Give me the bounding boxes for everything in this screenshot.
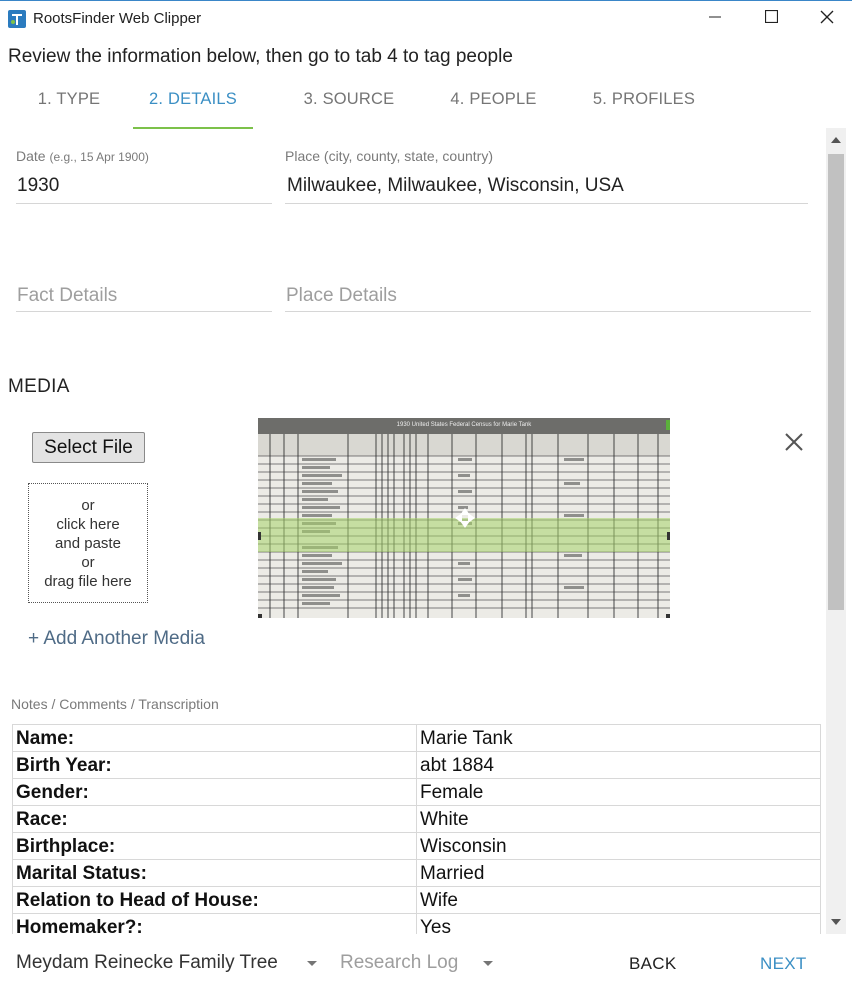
- row-value: White: [416, 805, 821, 833]
- fact-details-input[interactable]: Fact Details: [17, 285, 271, 307]
- back-button[interactable]: BACK: [629, 954, 677, 974]
- title-bar: RootsFinder Web Clipper: [0, 0, 852, 36]
- table-row: Race: White: [12, 805, 821, 833]
- app-logo-icon: [8, 10, 26, 28]
- table-row: Birthplace: Wisconsin: [12, 832, 821, 860]
- row-value: Wife: [416, 886, 821, 914]
- select-file-button[interactable]: Select File: [32, 432, 145, 463]
- chevron-down-icon[interactable]: [483, 961, 493, 966]
- close-icon: [820, 10, 834, 29]
- scroll-up-icon[interactable]: [826, 128, 846, 152]
- row-key: Gender:: [12, 778, 417, 806]
- date-label: Date (e.g., 15 Apr 1900): [16, 148, 149, 164]
- active-tab-indicator: [133, 127, 253, 129]
- minimize-button[interactable]: [687, 1, 743, 37]
- dropzone-line: drag file here: [44, 572, 132, 590]
- chevron-down-icon[interactable]: [307, 961, 317, 966]
- media-heading: MEDIA: [8, 376, 70, 397]
- transcription-table: Name: Marie Tank Birth Year: abt 1884 Gend…: [12, 724, 821, 934]
- place-details-underline: [285, 311, 811, 312]
- date-underline: [16, 203, 272, 204]
- vertical-scrollbar[interactable]: [826, 128, 846, 934]
- date-input[interactable]: 1930: [17, 175, 271, 197]
- window-title: RootsFinder Web Clipper: [33, 10, 202, 27]
- table-row: Gender: Female: [12, 778, 821, 806]
- row-value: Yes: [416, 913, 821, 934]
- tab-type[interactable]: 1. TYPE: [14, 78, 124, 130]
- place-input[interactable]: Milwaukee, Milwaukee, Wisconsin, USA: [287, 175, 807, 197]
- row-value: Married: [416, 859, 821, 887]
- row-value: Female: [416, 778, 821, 806]
- row-key: Race:: [12, 805, 417, 833]
- table-row: Relation to Head of House: Wife: [12, 886, 821, 914]
- notes-label: Notes / Comments / Transcription: [11, 696, 219, 712]
- instruction-text: Review the information below, then go to…: [8, 46, 513, 67]
- tab-source[interactable]: 3. SOURCE: [290, 78, 408, 130]
- tab-people[interactable]: 4. PEOPLE: [436, 78, 551, 130]
- fact-details-underline: [16, 311, 272, 312]
- remove-media-button[interactable]: [780, 430, 808, 458]
- row-key: Birth Year:: [12, 751, 417, 779]
- place-underline: [285, 203, 808, 204]
- row-value: Wisconsin: [416, 832, 821, 860]
- table-row: Homemaker?: Yes: [12, 913, 821, 934]
- notes-editor[interactable]: Name: Marie Tank Birth Year: abt 1884 Gend…: [0, 724, 826, 934]
- next-button[interactable]: NEXT: [760, 954, 807, 974]
- row-key: Homemaker?:: [12, 913, 417, 934]
- table-row: Birth Year: abt 1884: [12, 751, 821, 779]
- dropzone-line: click here: [56, 515, 120, 533]
- maximize-button[interactable]: [743, 1, 799, 37]
- row-value: abt 1884: [416, 751, 821, 779]
- maximize-icon: [764, 9, 778, 28]
- minimize-icon: [709, 10, 721, 28]
- thumbnail-caption: 1930 United States Federal Census for Ma…: [397, 422, 533, 428]
- close-window-button[interactable]: [799, 1, 852, 37]
- scrollbar-thumb[interactable]: [828, 154, 844, 610]
- census-document-image: 1930 United States Federal Census for Ma…: [258, 418, 670, 618]
- row-value: Marie Tank: [416, 724, 821, 752]
- row-key: Birthplace:: [12, 832, 417, 860]
- tab-details[interactable]: 2. DETAILS: [133, 78, 253, 130]
- row-key: Relation to Head of House:: [12, 886, 417, 914]
- add-another-media-link[interactable]: + Add Another Media: [28, 628, 205, 650]
- table-row: Name: Marie Tank: [12, 724, 821, 752]
- dropzone-line: and paste: [55, 534, 121, 552]
- tab-bar: 1. TYPE 2. DETAILS 3. SOURCE 4. PEOPLE 5…: [0, 78, 852, 130]
- paste-drop-zone[interactable]: or click here and paste or drag file her…: [28, 483, 148, 603]
- place-label: Place (city, county, state, country): [285, 148, 494, 164]
- scroll-down-icon[interactable]: [826, 910, 846, 934]
- research-log-select[interactable]: Research Log: [340, 952, 458, 974]
- census-image-thumbnail[interactable]: 1930 United States Federal Census for Ma…: [258, 418, 670, 618]
- footer-bar: Meydam Reinecke Family Tree Research Log…: [0, 934, 852, 990]
- place-details-input[interactable]: Place Details: [286, 285, 809, 307]
- dropzone-line: or: [81, 553, 95, 571]
- date-hint: (e.g., 15 Apr 1900): [49, 150, 149, 164]
- dropzone-line: or: [81, 496, 95, 514]
- tab-profiles[interactable]: 5. PROFILES: [580, 78, 708, 130]
- table-row: Marital Status: Married: [12, 859, 821, 887]
- row-key: Marital Status:: [12, 859, 417, 887]
- row-key: Name:: [12, 724, 417, 752]
- date-label-text: Date: [16, 148, 46, 164]
- tree-select[interactable]: Meydam Reinecke Family Tree: [16, 952, 278, 974]
- remove-media-icon: [785, 432, 803, 456]
